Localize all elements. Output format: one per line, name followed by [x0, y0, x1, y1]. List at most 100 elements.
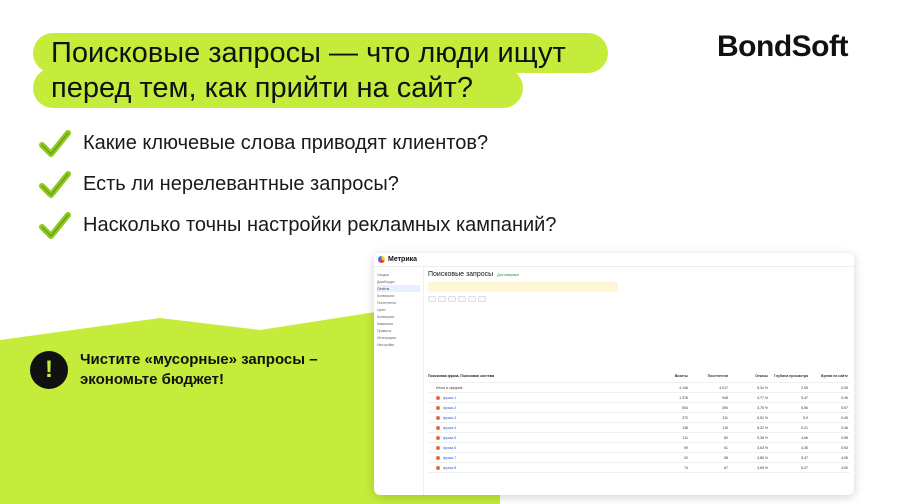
row-value: 58	[724, 455, 728, 460]
info-note	[428, 282, 618, 292]
row-value: 4 017	[719, 385, 728, 390]
search-engine-icon	[436, 415, 440, 420]
period-button[interactable]	[448, 296, 456, 302]
row-value: 554	[682, 405, 688, 410]
period-button[interactable]	[458, 296, 466, 302]
period-buttons	[428, 296, 850, 302]
search-engine-icon	[436, 445, 440, 450]
row-value: 3,63 %	[757, 445, 768, 450]
period-button[interactable]	[428, 296, 436, 302]
report-title: Поисковые запросы	[428, 271, 494, 278]
metrika-topbar: Метрика	[374, 253, 854, 267]
row-value: 99	[684, 445, 688, 450]
row-value: 4,86 %	[757, 455, 768, 460]
sidebar-item[interactable]: Посетители	[377, 299, 420, 306]
check-icon	[39, 211, 71, 239]
row-label: фраза 6	[443, 445, 457, 450]
table-body: Итого и средние 4 146 4 017 5,34 % 2,05 0:35 ф…	[428, 383, 850, 473]
brand-logo: BondSoft	[717, 30, 848, 63]
period-button[interactable]	[438, 296, 446, 302]
title-line-1: Поисковые запросы — что люди ищут	[33, 33, 608, 73]
sidebar-item[interactable]: Сводка	[377, 271, 420, 278]
tip-text: Чистите «мусорные» запросы – экономьте б…	[80, 351, 318, 388]
bullet-text: Есть ли нерелевантные запросы?	[83, 173, 399, 195]
table-row[interactable]: фраза 6 99 61 3,63 % 4,35 0:53	[428, 443, 850, 453]
row-value: 0:57	[841, 405, 848, 410]
row-label: фраза 2	[443, 405, 457, 410]
row-value: 115	[722, 425, 728, 430]
period-button[interactable]	[478, 296, 486, 302]
row-value: 4,35	[801, 445, 808, 450]
row-value: 4 146	[679, 385, 688, 390]
row-value: 4,66	[801, 435, 808, 440]
sidebar-item[interactable]: Конверсии	[377, 292, 420, 299]
row-value: 2,05	[801, 385, 808, 390]
table-row[interactable]: фраза 1 1 376 948 4,77 % 5,47 0:46	[428, 393, 850, 403]
row-value: 390	[722, 405, 728, 410]
row-value: 92	[684, 455, 688, 460]
row-label: фраза 5	[443, 435, 457, 440]
row-value: 1 376	[679, 395, 688, 400]
check-icon	[39, 129, 71, 157]
table-row[interactable]: фраза 4 138 115 8,32 % 5,21 0:46	[428, 423, 850, 433]
row-value: 67	[724, 465, 728, 470]
sidebar-item[interactable]: Отчёты	[377, 285, 420, 292]
metrika-app-name: Метрика	[388, 256, 418, 263]
row-label: фраза 7	[443, 455, 457, 460]
table-row[interactable]: Итого и средние 4 146 4 017 5,34 % 2,05 0:35	[428, 383, 850, 393]
row-value: 0:46	[841, 395, 848, 400]
tip-callout: ! Чистите «мусорные» запросы – экономьте…	[30, 350, 360, 390]
row-value: 0:35	[841, 385, 848, 390]
sidebar-item[interactable]: Цели	[377, 306, 420, 313]
row-label: фраза 8	[443, 465, 457, 470]
sidebar-item[interactable]: Кампании	[377, 320, 420, 327]
row-value: 4:05	[841, 455, 848, 460]
period-button[interactable]	[468, 296, 476, 302]
check-icon	[39, 170, 71, 198]
search-engine-icon	[436, 455, 440, 460]
sidebar-item[interactable]: Дашборды	[377, 278, 420, 285]
row-value: 372	[682, 415, 688, 420]
row-value: 138	[682, 425, 688, 430]
metrika-main: Поисковые запросы Достоверные Поисковая …	[428, 271, 850, 493]
table-row[interactable]: фраза 8 74 67 3,65 % 5,27 4:00	[428, 463, 850, 473]
row-label: фраза 3	[443, 415, 457, 420]
sidebar-item[interactable]: Конверсии	[377, 313, 420, 320]
sidebar-item[interactable]: Интеграции	[377, 334, 420, 341]
metrika-sidebar: Сводка Дашборды Отчёты Конверсии Посетит…	[374, 267, 424, 495]
table-row[interactable]: фраза 7 92 58 4,86 % 5,47 4:05	[428, 453, 850, 463]
table-row[interactable]: фраза 2 554 390 3,75 % 5,56 0:57	[428, 403, 850, 413]
row-value: 3,75 %	[757, 405, 768, 410]
sidebar-item[interactable]: Правила	[377, 327, 420, 334]
table-row[interactable]: фраза 3 372 311 6,52 % 5,9 0:49	[428, 413, 850, 423]
row-value: 5,9	[803, 415, 808, 420]
sidebar-item[interactable]: Настройки	[377, 341, 420, 348]
row-value: 948	[722, 395, 728, 400]
row-label: фраза 4	[443, 425, 457, 430]
row-value: 111	[682, 435, 688, 440]
row-value: 5,21	[801, 425, 808, 430]
search-engine-icon	[436, 405, 440, 410]
row-value: 0:53	[841, 445, 848, 450]
search-engine-icon	[436, 395, 440, 400]
row-value: 5,27	[801, 465, 808, 470]
row-value: 0:58	[841, 435, 848, 440]
search-engine-icon	[436, 435, 440, 440]
row-value: 74	[684, 465, 688, 470]
bullet-text: Какие ключевые слова приводят клиентов?	[83, 132, 489, 154]
bullet-list: Какие ключевые слова приводят клиентов? …	[38, 123, 556, 246]
verified-badge: Достоверные	[497, 273, 520, 277]
row-value: 6,52 %	[757, 415, 768, 420]
exclamation-icon: !	[30, 351, 68, 389]
table-row[interactable]: фраза 5 111 80 5,38 % 4,66 0:58	[428, 433, 850, 443]
search-engine-icon	[436, 465, 440, 470]
row-value: 0:46	[841, 425, 848, 430]
row-value: 5,34 %	[757, 385, 768, 390]
bullet-item: Насколько точны настройки рекламных камп…	[38, 205, 556, 246]
metrika-screenshot: Метрика Сводка Дашборды Отчёты Конверсии…	[374, 253, 854, 495]
row-value: 5,56	[801, 405, 808, 410]
bullet-item: Есть ли нерелевантные запросы?	[38, 164, 556, 205]
row-label: фраза 1	[443, 395, 457, 400]
row-value: 311	[722, 415, 728, 420]
row-value: 5,38 %	[757, 435, 768, 440]
